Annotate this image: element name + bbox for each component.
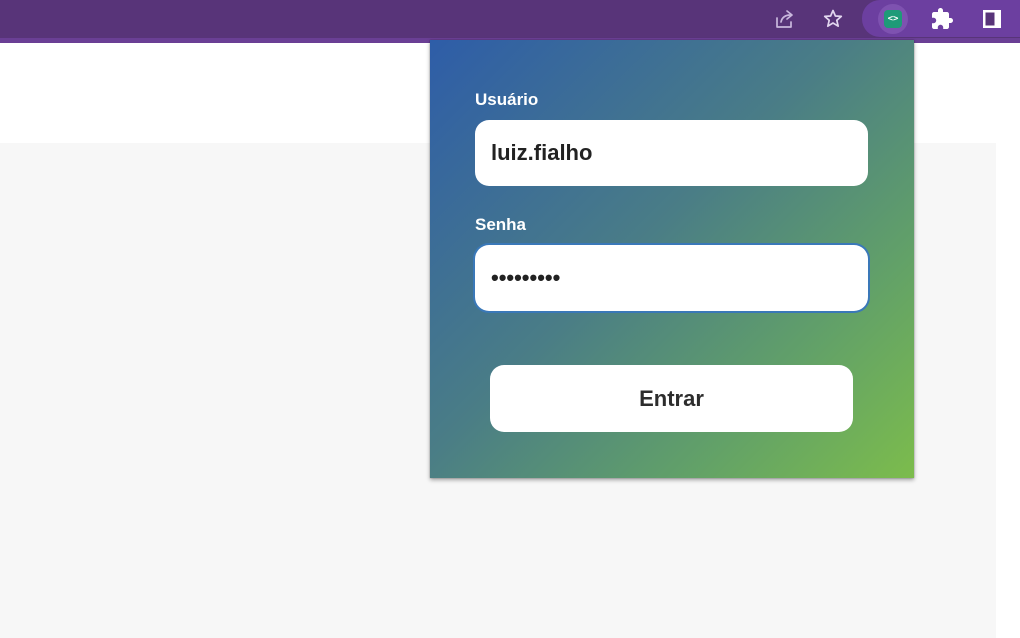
password-input[interactable] — [475, 245, 868, 311]
puzzle-icon[interactable] — [927, 4, 957, 34]
extension-badge: <> — [884, 10, 902, 28]
code-extension-icon[interactable]: <> — [878, 4, 908, 34]
scrollbar-track[interactable] — [996, 143, 1020, 638]
share-icon[interactable] — [770, 4, 800, 34]
login-button[interactable]: Entrar — [490, 365, 853, 432]
username-input[interactable] — [475, 120, 868, 186]
side-panel-icon[interactable] — [977, 4, 1007, 34]
login-popup: Usuário Senha Entrar — [430, 40, 914, 478]
star-icon[interactable] — [818, 4, 848, 34]
password-label: Senha — [475, 215, 527, 234]
username-label: Usuário — [475, 90, 539, 109]
screen: <> Usuário Senha Entrar — [0, 0, 1020, 638]
